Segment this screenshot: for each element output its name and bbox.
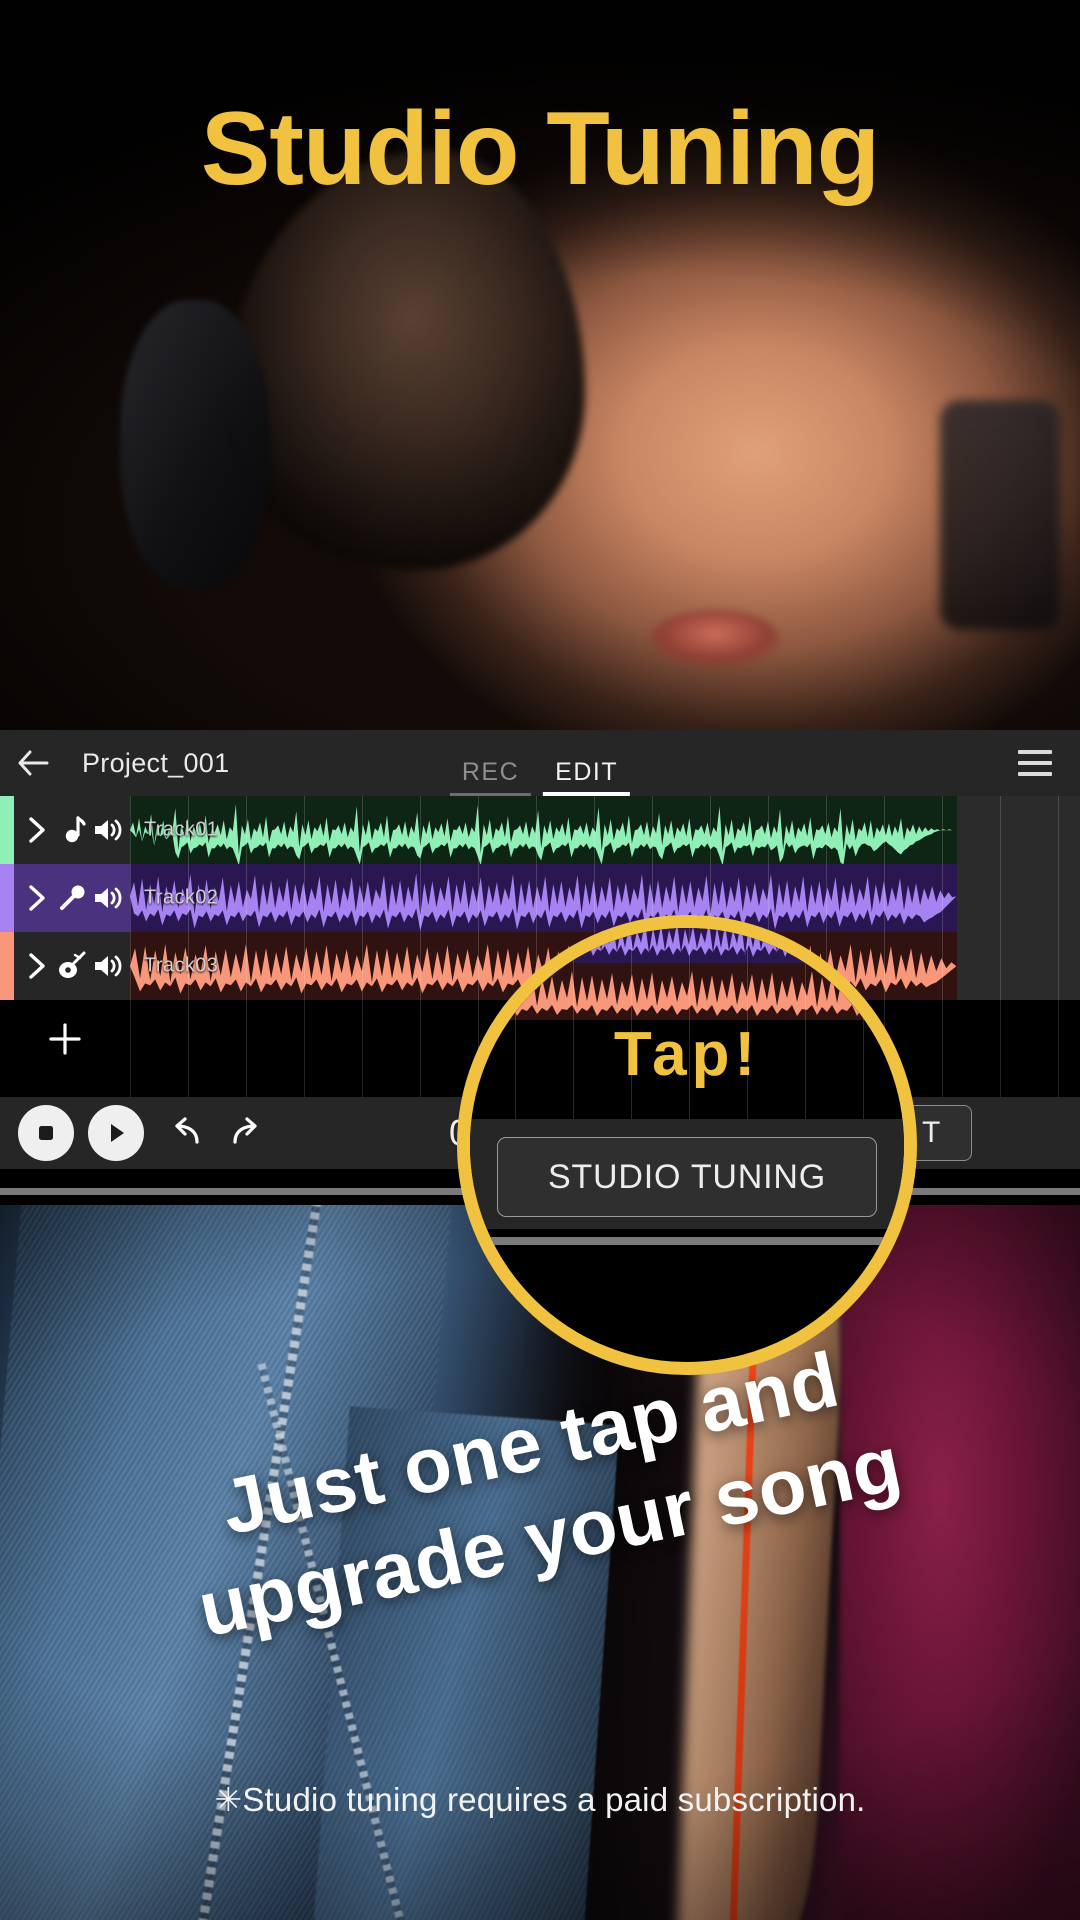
track-color-strip: [0, 796, 14, 864]
chevron-right-icon[interactable]: [20, 813, 54, 847]
hero-microphone-shape: [940, 400, 1060, 630]
clip-label: Track02: [144, 886, 219, 909]
chevron-right-icon[interactable]: [20, 949, 54, 983]
tab-rec[interactable]: REC: [444, 758, 537, 796]
audio-clip[interactable]: Track02: [130, 864, 957, 932]
speaker-icon[interactable]: [90, 949, 124, 983]
track-controls: [14, 932, 130, 1000]
app-top-bar: Project_001 REC EDIT: [0, 730, 1080, 796]
callout-home-indicator: [470, 1237, 904, 1245]
waveform: [130, 804, 957, 864]
project-name-label: Project_001: [82, 747, 230, 778]
undo-button[interactable]: [158, 1104, 216, 1162]
tap-label: Tap!: [613, 1020, 761, 1089]
hero-lips-shape: [650, 610, 780, 670]
speaker-icon[interactable]: [90, 881, 124, 915]
hero-headphone-shape: [120, 300, 270, 590]
tab-edit[interactable]: EDIT: [537, 758, 636, 796]
microphone-icon[interactable]: [55, 881, 89, 915]
clip-label: Track03: [144, 954, 219, 977]
tap-callout-content: Tap! STUDIO TUNING: [470, 928, 904, 1362]
speaker-icon[interactable]: [90, 813, 124, 847]
callout-studio-tuning-button[interactable]: STUDIO TUNING: [497, 1137, 877, 1217]
track-controls: [14, 796, 130, 864]
track-clip-area[interactable]: Track01: [130, 796, 1080, 864]
audio-clip[interactable]: Track01: [130, 796, 957, 864]
mode-tabs: REC EDIT: [444, 730, 636, 796]
chevron-right-icon[interactable]: [20, 881, 54, 915]
play-button[interactable]: [88, 1105, 144, 1161]
waveform: [130, 873, 957, 931]
stop-button[interactable]: [18, 1105, 74, 1161]
track-controls: [14, 864, 130, 932]
track-color-strip: [0, 932, 14, 1000]
guitar-icon[interactable]: [55, 949, 89, 983]
back-arrow-icon[interactable]: [0, 748, 66, 778]
page-title: Studio Tuning: [200, 91, 880, 207]
tap-callout-circle: Tap! STUDIO TUNING: [457, 915, 917, 1375]
disclaimer-text: ✳Studio tuning requires a paid subscript…: [214, 1781, 866, 1818]
track-color-strip: [0, 864, 14, 932]
clip-label: Track01: [144, 818, 219, 841]
track-row[interactable]: Track02: [0, 864, 1080, 932]
hamburger-menu-icon[interactable]: [1018, 750, 1052, 776]
track-clip-area[interactable]: Track02: [130, 864, 1080, 932]
redo-button[interactable]: [216, 1104, 274, 1162]
track-row[interactable]: Track01: [0, 796, 1080, 864]
plus-icon[interactable]: [0, 1019, 130, 1059]
music-note-icon[interactable]: [55, 813, 89, 847]
